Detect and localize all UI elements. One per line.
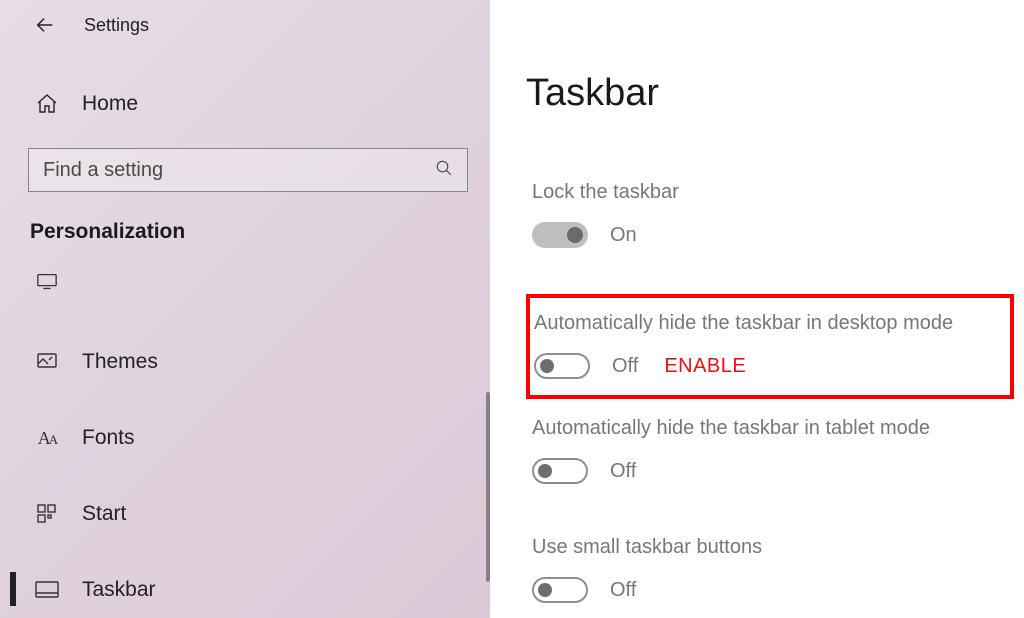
selection-indicator	[10, 572, 16, 606]
toggle-state: Off	[612, 355, 638, 378]
sidebar-item-fonts[interactable]: AA Fonts	[28, 418, 460, 458]
sidebar-item-taskbar[interactable]: Taskbar	[28, 570, 460, 610]
taskbar-icon	[34, 581, 60, 599]
setting-autohide-tablet: Automatically hide the taskbar in tablet…	[526, 411, 1014, 492]
sidebar-item-themes[interactable]: Themes	[28, 342, 460, 382]
toggle-lock-taskbar[interactable]	[532, 222, 588, 248]
setting-label: Use small taskbar buttons	[532, 536, 1008, 559]
home-icon	[34, 92, 60, 116]
main-content: Taskbar Lock the taskbar On Automaticall…	[490, 0, 1024, 618]
annotation-enable: ENABLE	[664, 355, 746, 378]
setting-label: Lock the taskbar	[532, 181, 1008, 204]
lock-screen-icon	[34, 278, 60, 294]
back-arrow-icon[interactable]	[34, 14, 56, 36]
setting-label: Automatically hide the taskbar in tablet…	[532, 417, 1008, 440]
toggle-small-buttons[interactable]	[532, 577, 588, 603]
fonts-icon: AA	[34, 428, 60, 449]
search-box[interactable]	[28, 148, 468, 192]
themes-icon	[34, 350, 60, 374]
sidebar-item-lock-screen[interactable]: Lock screen	[28, 266, 460, 306]
sidebar-item-label: Fonts	[82, 426, 135, 450]
toggle-state: Off	[610, 460, 636, 483]
sidebar-item-label: Themes	[82, 350, 158, 374]
toggle-autohide-tablet[interactable]	[532, 458, 588, 484]
toggle-autohide-desktop[interactable]	[534, 353, 590, 379]
sidebar-item-label: Start	[82, 502, 126, 526]
app-title: Settings	[84, 15, 149, 36]
search-icon	[435, 159, 453, 182]
scrollbar[interactable]	[486, 392, 490, 582]
setting-lock-taskbar: Lock the taskbar On	[526, 175, 1014, 256]
start-icon	[34, 504, 60, 524]
section-heading: Personalization	[28, 220, 460, 244]
sidebar-list: Lock screen Themes AA Fonts Start	[28, 266, 460, 610]
setting-label: Automatically hide the taskbar in deskto…	[534, 312, 1000, 335]
sidebar-item-start[interactable]: Start	[28, 494, 460, 534]
setting-small-buttons: Use small taskbar buttons Off	[526, 530, 1014, 611]
settings-sidebar: Settings Home Personalization Lock scree…	[0, 0, 490, 618]
sidebar-item-home[interactable]: Home	[28, 86, 460, 122]
search-input[interactable]	[43, 159, 435, 182]
sidebar-item-label: Lock screen	[82, 266, 195, 290]
sidebar-item-label: Taskbar	[82, 578, 156, 602]
toggle-state: Off	[610, 579, 636, 602]
setting-autohide-desktop: Automatically hide the taskbar in deskto…	[526, 294, 1014, 399]
page-title: Taskbar	[526, 72, 1014, 115]
home-label: Home	[82, 92, 138, 116]
toggle-state: On	[610, 224, 637, 247]
sidebar-header: Settings	[28, 14, 460, 36]
